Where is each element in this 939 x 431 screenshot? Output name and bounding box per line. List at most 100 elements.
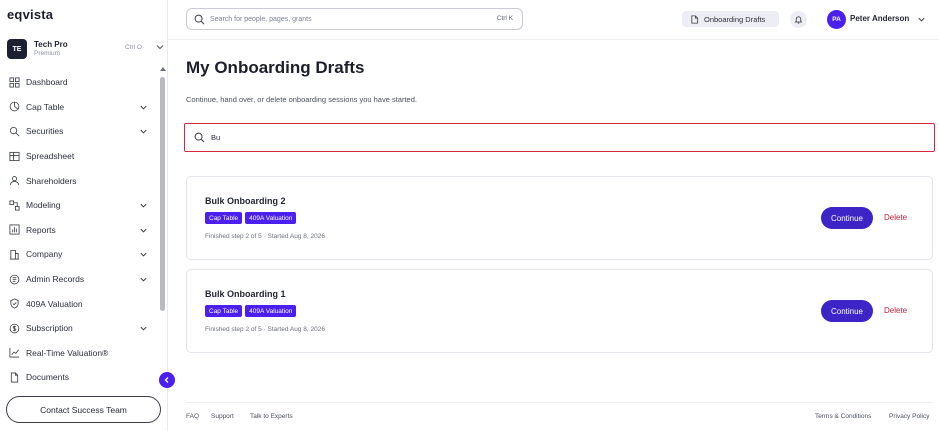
draft-tags: Cap Table 409A Valuation: [205, 305, 297, 317]
sidebar-item-label: Company: [26, 249, 63, 260]
chevron-left-icon: [164, 377, 169, 383]
company-name: Tech Pro: [34, 39, 68, 49]
sidebar-item-label: Documents: [26, 372, 69, 383]
onboarding-drafts-button[interactable]: Onboarding Drafts: [682, 11, 779, 27]
sidebar-item-label: Real-Time Valuation®: [26, 347, 109, 358]
table-icon: [9, 151, 20, 161]
page-title: My Onboarding Drafts: [186, 58, 365, 77]
chevron-down-icon: [156, 45, 164, 50]
user-name[interactable]: Peter Anderson: [850, 14, 909, 23]
bell-icon: [794, 16, 803, 24]
continue-button[interactable]: Continue: [821, 207, 873, 229]
footer-link-privacy[interactable]: Privacy Policy: [889, 413, 929, 420]
company-shortcut: Ctrl O: [125, 44, 142, 51]
draft-tag: 409A Valuation: [245, 305, 297, 317]
draft-meta: Finished step 2 of 5 · Started Aug 8, 20…: [205, 326, 325, 333]
grid-icon: [9, 77, 20, 88]
company-avatar: TE: [7, 39, 27, 59]
draft-tag: Cap Table: [205, 212, 243, 224]
search-shortcut: Ctrl K: [496, 15, 513, 22]
chevron-down-icon: [140, 129, 147, 134]
sidebar-item-label: Shareholders: [26, 175, 77, 186]
sidebar-item-label: Modeling: [26, 200, 61, 211]
sidebar-item-label: Cap Table: [26, 101, 65, 112]
pie-icon: [9, 102, 20, 112]
draft-title: Bulk Onboarding 1: [205, 289, 286, 299]
modeling-icon: [9, 200, 20, 211]
sidebar-nav: Dashboard Cap Table Securities Spreadsheet S…: [0, 70, 158, 390]
securities-icon: [9, 126, 20, 137]
users-icon: [9, 176, 20, 186]
contact-success-team-button[interactable]: Contact Success Team: [6, 396, 161, 423]
sidebar-item-label: Securities: [26, 126, 64, 137]
draft-card: Bulk Onboarding 1 Cap Table 409A Valuation…: [186, 269, 933, 353]
chevron-down-icon: [140, 277, 147, 282]
delete-button[interactable]: Delete: [884, 213, 907, 222]
sidebar-item-label: Subscription: [26, 323, 73, 334]
document-icon: [691, 14, 699, 24]
global-search-input[interactable]: Search for people, pages, grants Ctrl K: [186, 8, 523, 30]
footer-link-talk-to-experts[interactable]: Talk to Experts: [250, 413, 293, 420]
chevron-down-icon: [140, 228, 147, 233]
sidebar-item-cap-table[interactable]: Cap Table: [0, 95, 158, 120]
sidebar-item-label: Spreadsheet: [26, 151, 75, 162]
company-icon: [9, 249, 20, 260]
sidebar: eqvista TE Tech Pro Premium Ctrl O Dashb…: [0, 0, 168, 431]
search-placeholder: Search for people, pages, grants: [210, 15, 312, 23]
trend-icon: [9, 348, 20, 358]
drafts-search-input[interactable]: Bu: [184, 123, 935, 152]
drafts-search-value: Bu: [211, 133, 221, 142]
top-bar: Search for people, pages, grants Ctrl K …: [168, 0, 939, 40]
draft-card: Bulk Onboarding 2 Cap Table 409A Valuation…: [186, 176, 933, 260]
footer-link-faq[interactable]: FAQ: [186, 413, 199, 420]
scroll-up-arrow-icon[interactable]: [160, 67, 166, 71]
sidebar-item-409a-valuation[interactable]: 409A Valuation: [0, 291, 158, 316]
sidebar-item-label: Admin Records: [26, 274, 85, 285]
footer-link-support[interactable]: Support: [211, 413, 234, 420]
sidebar-item-spreadsheet[interactable]: Spreadsheet: [0, 144, 158, 169]
chevron-down-icon: [140, 105, 147, 110]
sidebar-item-documents[interactable]: Documents: [0, 365, 158, 390]
continue-button[interactable]: Continue: [821, 300, 873, 322]
collapse-sidebar-button[interactable]: [159, 372, 175, 388]
chevron-down-icon[interactable]: [917, 15, 926, 24]
search-icon: [194, 132, 205, 143]
footer-link-terms[interactable]: Terms & Conditions: [815, 413, 871, 420]
dollar-icon: [9, 323, 20, 334]
onboarding-drafts-label: Onboarding Drafts: [704, 14, 766, 24]
chevron-down-icon: [140, 252, 147, 257]
draft-tags: Cap Table 409A Valuation: [205, 212, 297, 224]
chevron-down-icon: [140, 326, 147, 331]
sidebar-item-subscription[interactable]: Subscription: [0, 316, 158, 341]
shield-icon: [10, 298, 19, 309]
scrollbar-thumb[interactable]: [160, 77, 165, 311]
sidebar-item-shareholders[interactable]: Shareholders: [0, 168, 158, 193]
footer-divider: [186, 402, 933, 403]
draft-meta: Finished step 2 of 5 · Started Aug 8, 20…: [205, 233, 325, 240]
company-switcher[interactable]: TE Tech Pro Premium Ctrl O: [7, 37, 164, 61]
company-plan: Premium: [34, 49, 61, 57]
sidebar-item-real-time-valuation[interactable]: Real-Time Valuation®: [0, 341, 158, 366]
records-icon: [9, 274, 20, 284]
chevron-down-icon: [140, 203, 147, 208]
draft-tag: 409A Valuation: [245, 212, 297, 224]
delete-button[interactable]: Delete: [884, 306, 907, 315]
page-subtitle: Continue, hand over, or delete onboardin…: [186, 95, 417, 104]
sidebar-item-reports[interactable]: Reports: [0, 218, 158, 243]
sidebar-item-label: Reports: [26, 224, 56, 235]
sidebar-item-label: Dashboard: [26, 77, 68, 88]
notifications-button[interactable]: [790, 11, 807, 28]
sidebar-item-dashboard[interactable]: Dashboard: [0, 70, 158, 95]
document-icon: [10, 372, 19, 383]
sidebar-item-admin-records[interactable]: Admin Records: [0, 267, 158, 292]
sidebar-item-label: 409A Valuation: [26, 298, 83, 309]
sidebar-item-company[interactable]: Company: [0, 242, 158, 267]
sidebar-item-modeling[interactable]: Modeling: [0, 193, 158, 218]
user-avatar[interactable]: PA: [827, 10, 846, 29]
draft-title: Bulk Onboarding 2: [205, 196, 286, 206]
search-icon: [194, 14, 205, 24]
draft-tag: Cap Table: [205, 305, 243, 317]
chart-icon: [9, 224, 20, 235]
app-logo[interactable]: eqvista: [7, 7, 53, 22]
sidebar-item-securities[interactable]: Securities: [0, 119, 158, 144]
